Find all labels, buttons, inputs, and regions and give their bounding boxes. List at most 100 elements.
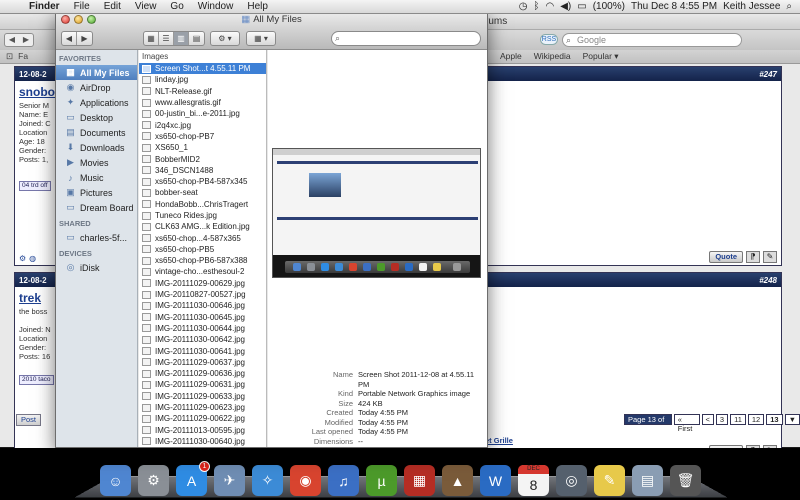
forward-icon[interactable]: ▶ xyxy=(19,34,33,46)
menu-view[interactable]: View xyxy=(128,1,164,12)
bookmark-apple[interactable]: Apple xyxy=(500,51,522,62)
page-link[interactable]: 3 xyxy=(715,414,729,425)
forward-icon[interactable]: ▶ xyxy=(77,32,92,45)
cover-flow-icon[interactable]: ▤ xyxy=(189,32,204,45)
menu-edit[interactable]: Edit xyxy=(97,1,128,12)
file-list-item[interactable]: IMG-20111030-00641.jpg xyxy=(139,345,266,356)
file-list-item[interactable]: IMG-20111029-00637.jpg xyxy=(139,357,266,368)
mail-icon[interactable]: ✈ xyxy=(214,465,245,496)
back-icon[interactable]: ◀ xyxy=(62,32,77,45)
volume-icon[interactable]: ◀) xyxy=(560,1,571,12)
file-list-item[interactable]: xs650-chop-PB5 xyxy=(139,244,266,255)
file-list-item[interactable]: XS650_1 xyxy=(139,142,266,153)
quick-reply-icon[interactable]: ✎ xyxy=(763,251,777,263)
finder-icon[interactable]: ☺ xyxy=(100,465,131,496)
page-jump-icon[interactable]: ▼ xyxy=(784,414,800,425)
file-list-item[interactable]: IMG-20111030-00645.jpg xyxy=(139,312,266,323)
sidebar-item-dream-board[interactable]: ▭ Dream Board xyxy=(56,200,137,215)
file-list-item[interactable]: Screen Shot...t 4.55.11 PM xyxy=(139,63,266,75)
file-list-item[interactable]: IMG-20111030-00644.jpg xyxy=(139,323,266,334)
file-list-item[interactable]: CLK63 AMG...k Edition.jpg xyxy=(139,221,266,232)
user-vehicle-box[interactable]: 2010 taco xyxy=(19,375,54,385)
finder-search-input[interactable]: ⌕ xyxy=(331,31,481,46)
sidebar-item-applications[interactable]: ✦ Applications xyxy=(56,95,137,110)
browser-search-field[interactable]: ⌕ Google xyxy=(562,33,742,47)
file-list-item[interactable]: IMG-20111029-00629.jpg xyxy=(139,278,266,289)
file-list-item[interactable]: IMG-20111029-00636.jpg xyxy=(139,368,266,379)
utorrent-icon[interactable]: µ xyxy=(366,465,397,496)
file-list-item[interactable]: HondaBobb...ChrisTragert xyxy=(139,199,266,210)
file-list-item[interactable]: IMG-20111030-00640.jpg xyxy=(139,436,266,447)
user-name[interactable]: Keith Jessee xyxy=(723,1,780,12)
finder-titlebar[interactable]: ▦ All My Files xyxy=(56,12,487,27)
menu-go[interactable]: Go xyxy=(163,1,190,12)
page-link[interactable]: 12 xyxy=(747,414,765,425)
app-store-icon[interactable]: A1 xyxy=(176,461,210,496)
back-icon[interactable]: ◀ xyxy=(5,34,19,46)
stickies-icon[interactable]: ✎ xyxy=(594,465,625,496)
file-list-item[interactable]: NLT-Release.gif xyxy=(139,86,266,97)
menu-app-name[interactable]: Finder xyxy=(22,1,67,12)
menu-file[interactable]: File xyxy=(67,1,97,12)
quote-button[interactable]: Quote xyxy=(709,251,743,263)
chrome-icon[interactable]: ◉ xyxy=(290,465,321,496)
user-vehicle-box[interactable]: 04 trd off xyxy=(19,181,51,191)
photo-booth-icon[interactable]: ▦ xyxy=(404,465,435,496)
page-link[interactable]: 11 xyxy=(730,414,746,425)
close-window-icon[interactable] xyxy=(61,15,70,24)
arrange-menu-button[interactable]: ▦ ▾ xyxy=(246,31,276,46)
list-view-icon[interactable]: ☰ xyxy=(159,32,174,45)
reading-list-icon[interactable]: ⊡ xyxy=(6,51,13,62)
file-list-item[interactable]: Tuneco Rides.jpg xyxy=(139,210,266,221)
prev-page-link[interactable]: < xyxy=(701,414,714,425)
file-list-item[interactable]: IMG-20111030-00642.jpg xyxy=(139,334,266,345)
zoom-window-icon[interactable] xyxy=(87,15,96,24)
screen-capture-icon[interactable]: ◎ xyxy=(556,465,587,496)
bookmark-popular[interactable]: Popular ▾ xyxy=(583,51,619,62)
file-list-item[interactable]: vintage-cho...esthesoul-2 xyxy=(139,266,266,277)
time-machine-icon[interactable]: ◷ xyxy=(519,1,528,12)
file-list-item[interactable]: IMG-20111030-00646.jpg xyxy=(139,300,266,311)
bookmark-item[interactable]: Fa xyxy=(18,51,28,62)
wifi-icon[interactable]: ◠ xyxy=(546,1,555,12)
file-list-item[interactable]: xs650-chop-PB7 xyxy=(139,131,266,142)
safari-icon[interactable]: ✧ xyxy=(252,465,283,496)
file-list-item[interactable]: xs650-chop-PB4-587x345 xyxy=(139,176,266,187)
file-list-item[interactable]: IMG-20111013-00595.jpg xyxy=(139,425,266,436)
sidebar-item-movies[interactable]: ▶ Movies xyxy=(56,155,137,170)
file-list-item[interactable]: BobberMID2 xyxy=(139,153,266,164)
rss-badge[interactable]: RSS xyxy=(540,34,558,45)
sidebar-item-all-my-files[interactable]: ▦ All My Files xyxy=(56,65,137,80)
file-list-item[interactable]: IMG-20111029-00622.jpg xyxy=(139,413,266,424)
file-list-item[interactable]: xs650-chop...4-587x365 xyxy=(139,232,266,243)
trash-icon[interactable]: 🗑 xyxy=(670,465,701,496)
sidebar-item-pictures[interactable]: ▣ Pictures xyxy=(56,185,137,200)
iphoto-icon[interactable]: ▲ xyxy=(442,465,473,496)
file-preview-thumbnail[interactable] xyxy=(272,148,481,278)
file-list-item[interactable]: bobber-seat xyxy=(139,187,266,198)
post-number[interactable]: #248 xyxy=(759,276,777,285)
sidebar-item-documents[interactable]: ▤ Documents xyxy=(56,125,137,140)
sidebar-item-idisk[interactable]: ◎ iDisk xyxy=(56,260,137,275)
post-username[interactable]: trek xyxy=(19,291,41,305)
post-reply-button[interactable]: Post xyxy=(16,414,42,426)
file-list-item[interactable]: xs650-chop-PB6-587x388 xyxy=(139,255,266,266)
spotlight-icon[interactable]: ⌕ xyxy=(786,1,792,12)
file-list-item[interactable]: linday.jpg xyxy=(139,74,266,85)
sidebar-item-downloads[interactable]: ⬇ Downloads xyxy=(56,140,137,155)
file-list-item[interactable]: IMG-20111029-00631.jpg xyxy=(139,379,266,390)
bookmark-wikipedia[interactable]: Wikipedia xyxy=(534,51,571,62)
file-list-item[interactable]: IMG-20110827-00527.jpg xyxy=(139,289,266,300)
post-number[interactable]: #247 xyxy=(759,70,777,79)
sidebar-item-music[interactable]: ♪ Music xyxy=(56,170,137,185)
user-info-icon[interactable]: ◍ xyxy=(29,254,36,263)
icon-view-icon[interactable]: ▦ xyxy=(144,32,159,45)
user-online-icon[interactable]: ⚙ xyxy=(19,254,26,263)
file-list-item[interactable]: i2q4xc.jpg xyxy=(139,119,266,130)
word-icon[interactable]: W xyxy=(480,465,511,496)
file-list-item[interactable]: IMG-20111029-00623.jpg xyxy=(139,402,266,413)
clock[interactable]: Thu Dec 8 4:55 PM xyxy=(631,1,717,12)
preview-icon[interactable]: ▤ xyxy=(632,465,663,496)
file-list-item[interactable]: 346_DSCN1488 xyxy=(139,165,266,176)
column-view-icon[interactable]: ▥ xyxy=(174,32,189,45)
